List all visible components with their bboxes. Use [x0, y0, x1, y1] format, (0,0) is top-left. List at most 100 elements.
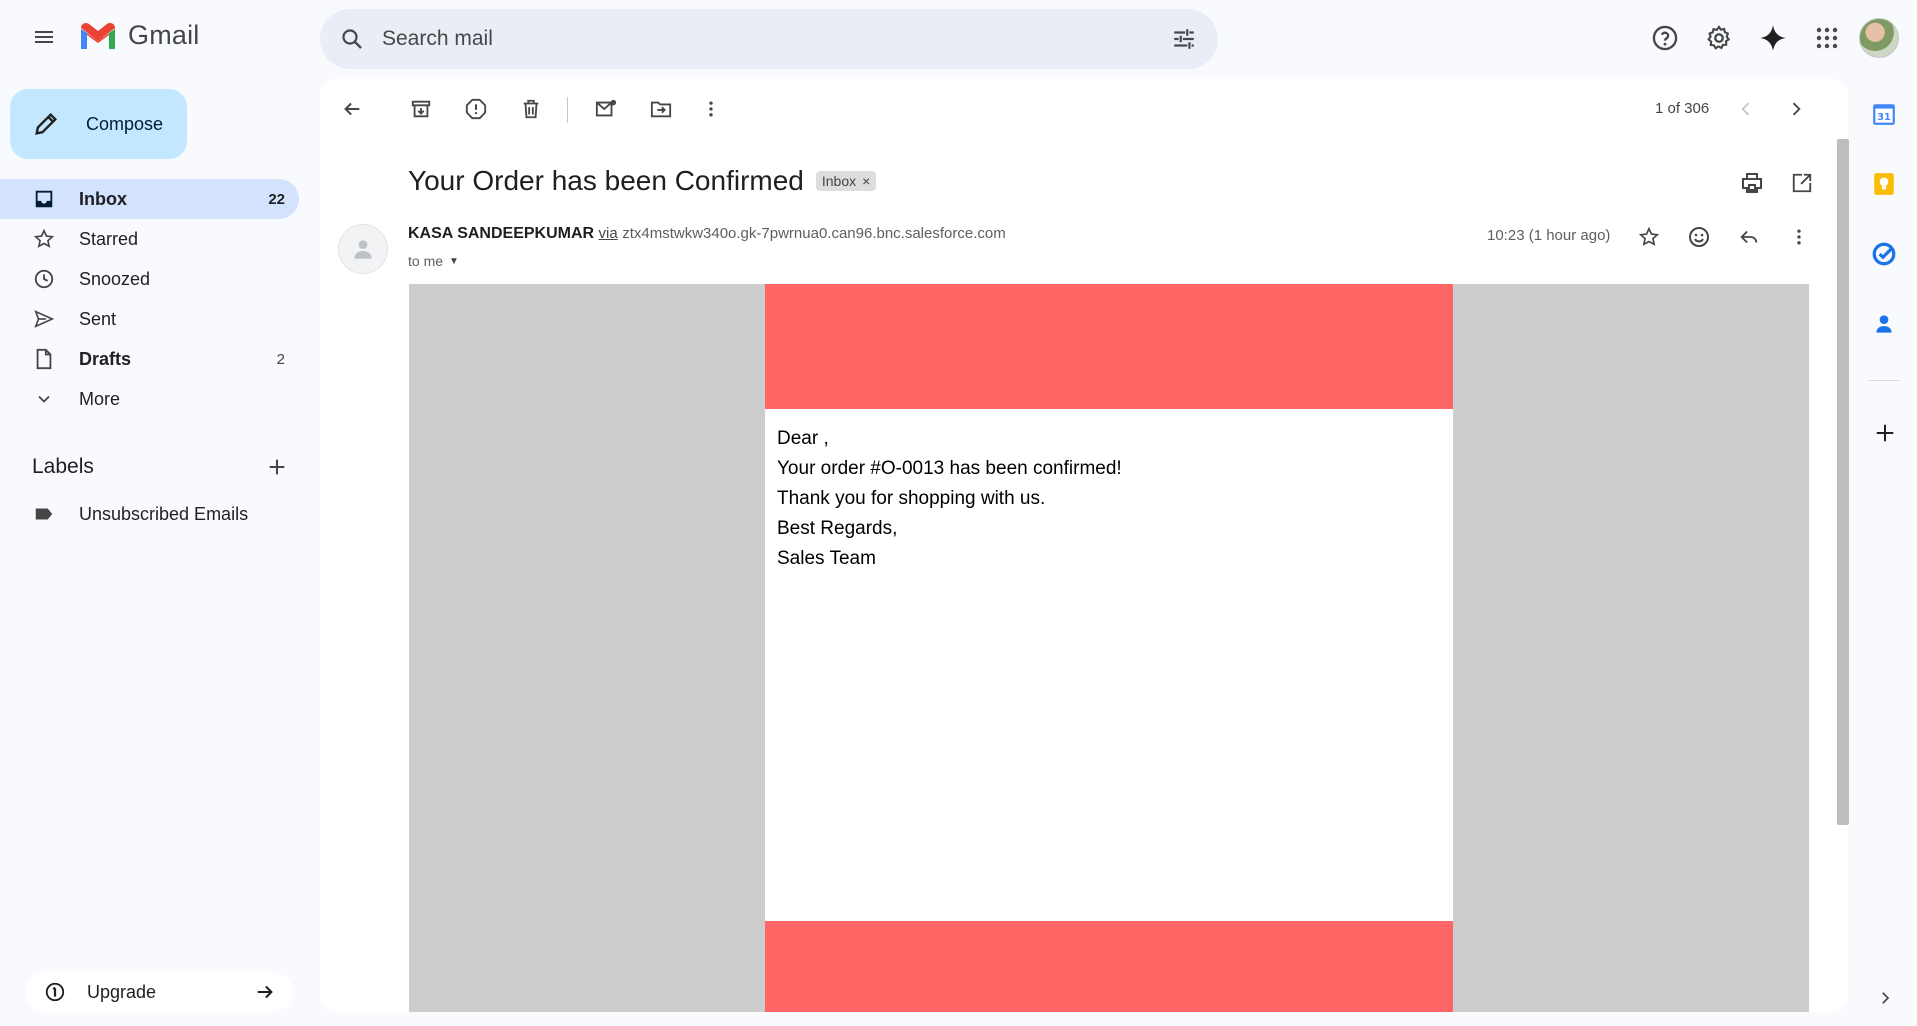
mark-unread-button[interactable]	[588, 91, 624, 127]
gmail-m-icon	[81, 22, 115, 49]
keep-bulb-icon	[1874, 173, 1894, 195]
top-bar: Gmail	[0, 0, 1917, 78]
sidebar-item-label: Sent	[79, 308, 117, 329]
remove-label-icon[interactable]: ×	[862, 173, 870, 189]
open-in-new-icon	[1792, 173, 1812, 193]
search-input[interactable]	[382, 27, 1142, 51]
trash-icon	[523, 99, 539, 119]
calendar-icon: 31	[1873, 104, 1895, 125]
plus-icon	[1876, 424, 1894, 442]
support-button[interactable]	[1641, 14, 1689, 62]
sidebar-item-more[interactable]: More	[0, 379, 299, 419]
draft-count: 2	[276, 350, 285, 368]
search-bar[interactable]	[320, 9, 1218, 69]
sidebar-item-label: Drafts	[79, 348, 132, 369]
message-time: 10:23 (1 hour ago)	[1487, 227, 1611, 244]
settings-button[interactable]	[1695, 14, 1743, 62]
email-footer-banner	[765, 921, 1453, 1012]
chevron-right-icon	[1882, 992, 1890, 1004]
search-options-icon[interactable]	[1168, 23, 1200, 55]
body-line: Thank you for shopping with us.	[777, 488, 1046, 509]
spam-icon	[465, 98, 487, 120]
sender-via-link[interactable]: via	[599, 225, 618, 242]
apps-button[interactable]	[1803, 14, 1851, 62]
newer-button[interactable]	[1728, 91, 1764, 127]
pagination-text: 1 of 306	[1655, 100, 1710, 117]
emoji-icon	[1689, 227, 1709, 247]
sidebar-item-drafts[interactable]: Drafts 2	[0, 339, 299, 379]
inbox-label-chip[interactable]: Inbox ×	[815, 171, 877, 191]
pencil-icon	[32, 109, 62, 139]
add-label-button[interactable]	[262, 452, 292, 482]
tasks-check-icon	[1872, 242, 1896, 266]
tasks-app-button[interactable]	[1862, 232, 1906, 276]
account-avatar[interactable]	[1859, 18, 1899, 58]
report-spam-button[interactable]	[458, 91, 494, 127]
keep-app-button[interactable]	[1862, 162, 1906, 206]
upgrade-button[interactable]: Upgrade	[25, 972, 293, 1012]
chevron-down-icon	[31, 386, 57, 412]
sidebar-item-label: Snoozed	[79, 268, 151, 289]
calendar-app-button[interactable]: 31	[1862, 92, 1906, 136]
top-right-actions	[1635, 14, 1917, 62]
unread-count: 22	[268, 190, 285, 208]
message-more-button[interactable]	[1781, 219, 1817, 255]
email-body-frame: Dear , Your order #O-0013 has been confi…	[409, 284, 1809, 1012]
person-icon	[354, 240, 372, 259]
draft-file-icon	[31, 346, 57, 372]
delete-button[interactable]	[513, 91, 549, 127]
label-unsubscribed-emails[interactable]: Unsubscribed Emails	[0, 494, 299, 534]
older-button[interactable]	[1778, 91, 1814, 127]
more-actions-button[interactable]	[693, 91, 729, 127]
back-button[interactable]	[334, 91, 370, 127]
app-name: Gmail	[128, 20, 200, 50]
arrow-left-icon	[344, 102, 360, 116]
message-actions	[1631, 219, 1831, 255]
body-line: Dear ,	[777, 428, 829, 449]
sidebar-item-snoozed[interactable]: Snoozed	[0, 259, 299, 299]
sender-line: KASA SANDEEPKUMAR via ztx4mstwkw340o.gk-…	[408, 225, 1006, 243]
sparkle-icon	[1760, 25, 1786, 51]
gemini-button[interactable]	[1749, 14, 1797, 62]
get-addons-button[interactable]	[1867, 415, 1903, 451]
compose-button[interactable]: Compose	[10, 89, 187, 159]
sidebar-item-inbox[interactable]: Inbox 22	[0, 179, 299, 219]
recipient-details[interactable]: to me ▼	[408, 253, 459, 269]
hamburger-icon	[35, 31, 53, 43]
message-scrollbar[interactable]	[1837, 139, 1849, 825]
sidebar-item-label: More	[79, 388, 121, 409]
print-button[interactable]	[1734, 165, 1770, 201]
contacts-app-button[interactable]	[1862, 302, 1906, 346]
more-vert-icon	[1797, 229, 1801, 245]
main-menu-button[interactable]	[23, 16, 65, 58]
archive-button[interactable]	[403, 91, 439, 127]
open-new-window-button[interactable]	[1784, 165, 1820, 201]
sender-avatar[interactable]	[338, 224, 388, 274]
sidebar-item-starred[interactable]: Starred	[0, 219, 299, 259]
gmail-logo[interactable]: Gmail	[78, 20, 200, 51]
print-icon	[1742, 173, 1762, 193]
side-panel-divider	[1868, 380, 1900, 381]
show-side-panel-button[interactable]	[1870, 983, 1900, 1013]
recipient-text: to me	[408, 253, 444, 269]
body-line: Your order #O-0013 has been confirmed!	[777, 458, 1122, 479]
sender-name[interactable]: KASA SANDEEPKUMAR	[408, 225, 594, 242]
add-reaction-button[interactable]	[1681, 219, 1717, 255]
inbox-icon	[31, 186, 57, 212]
message-view: 1 of 306 Your Order has been Confirmed I…	[320, 79, 1848, 1012]
caret-down-icon[interactable]: ▼	[449, 256, 459, 267]
subject-row: Your Order has been Confirmed Inbox ×	[408, 165, 877, 197]
plus-icon	[269, 459, 285, 475]
search-icon[interactable]	[336, 23, 368, 55]
folder-nav: Inbox 22 Starred Snoozed Sent Drafts 2 M…	[0, 179, 300, 419]
archive-icon	[411, 100, 431, 118]
upgrade-label: Upgrade	[87, 981, 157, 1002]
reply-button[interactable]	[1731, 219, 1767, 255]
labels-title: Labels	[32, 455, 94, 478]
star-button[interactable]	[1631, 219, 1667, 255]
move-to-button[interactable]	[643, 91, 679, 127]
star-outline-icon	[1638, 226, 1660, 246]
svg-text:31: 31	[1877, 112, 1891, 123]
sidebar-item-sent[interactable]: Sent	[0, 299, 299, 339]
sidebar-item-label: Inbox	[79, 188, 127, 209]
